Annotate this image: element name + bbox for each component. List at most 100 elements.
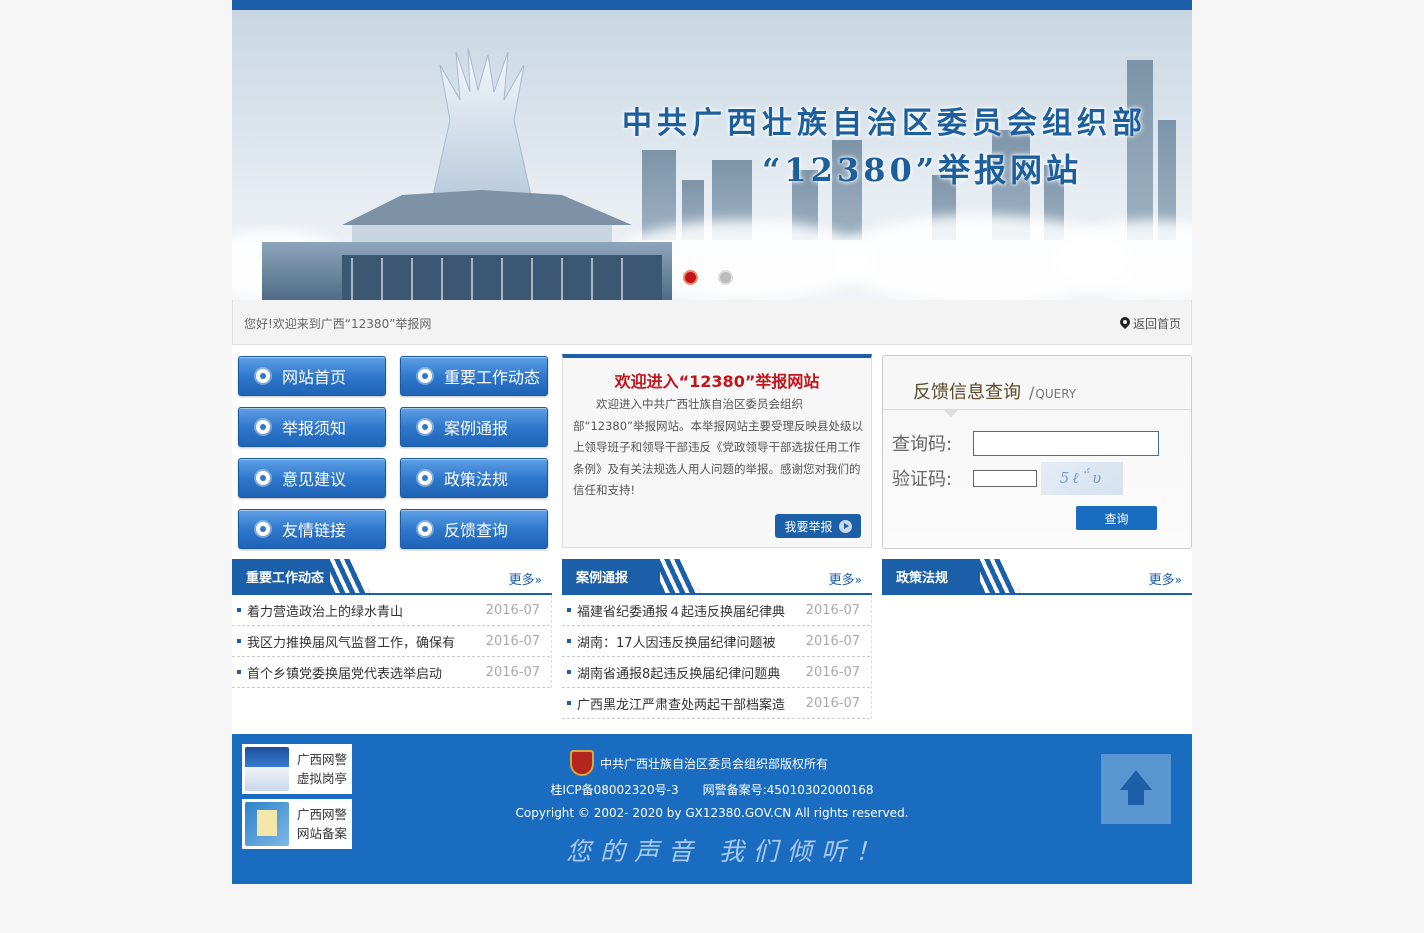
query-header: 反馈信息查询 QUERY — [913, 378, 1076, 404]
bullet — [567, 608, 571, 612]
query-code-input[interactable] — [973, 431, 1159, 456]
report-button[interactable]: 我要举报 — [775, 514, 861, 538]
header-stripes — [330, 559, 370, 593]
column-header: 案例通报 更多 — [562, 559, 872, 595]
location-pin-icon — [1120, 317, 1130, 330]
more-link[interactable]: 更多 — [509, 569, 542, 588]
welcome-text: 您好!欢迎来到广西“12380”举报网 — [244, 317, 432, 331]
news-title: 湖南省通报8起违反换届纪律问题典 — [577, 666, 781, 682]
nav-button-label: 案例通报 — [444, 419, 509, 438]
nav-button-label: 重要工作动态 — [444, 368, 541, 387]
report-button-label: 我要举报 — [784, 519, 833, 534]
more-link[interactable]: 更多 — [1149, 569, 1182, 588]
bullet — [567, 639, 571, 643]
intro-panel: 欢迎进入“12380”举报网站 欢迎进入中共广西壮族自治区委员会组织部“1238… — [562, 354, 872, 548]
news-title: 广西黑龙江严肃查处两起干部档案造 — [577, 697, 786, 713]
radio-bullet-icon — [256, 522, 270, 536]
nav-button-report-notice[interactable]: 举报须知 — [238, 407, 386, 447]
list-item[interactable]: 福建省纪委通报４起违反换届纪律典 2016-07 — [562, 595, 870, 626]
news-date: 2016-07 — [485, 602, 540, 618]
list-item[interactable]: 我区力推换届风气监督工作，确保有 2016-07 — [232, 626, 550, 657]
list-item[interactable]: 广西黑龙江严肃查处两起干部档案造 2016-07 — [562, 688, 870, 719]
bullet — [237, 639, 241, 643]
column-title: 政策法规 — [882, 559, 980, 593]
query-subtitle: QUERY — [1029, 383, 1076, 402]
footer-slogan: 您的声音 我们倾听！ — [566, 837, 889, 866]
top-bar — [232, 0, 1192, 10]
news-title: 着力营造政治上的绿水青山 — [247, 604, 404, 620]
page-wrapper: 中共广西壮族自治区委员会组织部 “12380”举报网站 您好!欢迎来到广西“12… — [232, 0, 1192, 884]
radio-bullet-icon — [256, 471, 270, 485]
nav-button-label: 政策法规 — [444, 470, 509, 489]
news-date: 2016-07 — [805, 695, 860, 711]
banner: 中共广西壮族自治区委员会组织部 “12380”举报网站 — [232, 10, 1192, 300]
news-date: 2016-07 — [805, 602, 860, 618]
list-item[interactable]: 湖南省通报8起违反换届纪律问题典 2016-07 — [562, 657, 870, 688]
bullet — [567, 670, 571, 674]
icp-record: 桂ICP备08002320号-3 网警备案号:45010302000168 — [550, 783, 874, 797]
list-item[interactable]: 湖南：17人因违反换届纪律问题被 2016-07 — [562, 626, 870, 657]
nav-button-feedback-query[interactable]: 反馈查询 — [400, 509, 548, 549]
carousel-dot-active[interactable] — [683, 270, 698, 285]
arrow-circle-icon — [838, 519, 852, 533]
radio-bullet-icon — [418, 420, 432, 434]
city-tower — [1127, 60, 1153, 240]
up-arrow-icon — [1120, 770, 1152, 805]
bullet — [237, 608, 241, 612]
column-case-reports: 案例通报 更多 福建省纪委通报４起违反换届纪律典 2016-07 湖南：17人因… — [562, 559, 872, 719]
column-header: 政策法规 更多 — [882, 559, 1192, 595]
feedback-query-panel: 反馈信息查询 QUERY 查询码: 验证码: 5ℓ΅υ 查询 — [882, 355, 1192, 549]
radio-bullet-icon — [418, 471, 432, 485]
news-date: 2016-07 — [485, 633, 540, 649]
nav-button-label: 反馈查询 — [444, 521, 509, 540]
news-date: 2016-07 — [485, 664, 540, 680]
bullet — [237, 670, 241, 674]
nav-button-case-reports[interactable]: 案例通报 — [400, 407, 548, 447]
news-list: 福建省纪委通报４起违反换届纪律典 2016-07 湖南：17人因违反换届纪律问题… — [562, 595, 872, 719]
welcome-bar: 您好!欢迎来到广西“12380”举报网 返回首页 — [232, 300, 1192, 345]
party-emblem-icon — [569, 750, 594, 776]
news-date: 2016-07 — [805, 633, 860, 649]
more-link[interactable]: 更多 — [829, 569, 862, 588]
badge-line: 网站备案 — [297, 826, 348, 841]
nav-button-suggestions[interactable]: 意见建议 — [238, 458, 386, 498]
carousel-dot[interactable] — [718, 270, 733, 285]
intro-title: 欢迎进入“12380”举报网站 — [614, 372, 820, 391]
banner-title-line1: 中共广西壮族自治区委员会组织部 — [622, 106, 1147, 141]
radio-bullet-icon — [418, 369, 432, 383]
nav-button-home[interactable]: 网站首页 — [238, 356, 386, 396]
captcha-image[interactable]: 5ℓ΅υ — [1041, 462, 1123, 495]
news-list: 着力营造政治上的绿水青山 2016-07 我区力推换届风气监督工作，确保有 20… — [232, 595, 552, 688]
captcha-input[interactable] — [973, 470, 1037, 487]
column-policies: 政策法规 更多 — [882, 559, 1192, 595]
list-item[interactable]: 首个乡镇党委换届党代表选举启动 2016-07 — [232, 657, 550, 688]
divider-notch — [943, 409, 959, 417]
news-date: 2016-07 — [805, 664, 860, 680]
query-button[interactable]: 查询 — [1076, 506, 1157, 530]
column-title: 重要工作动态 — [232, 559, 330, 593]
header-stripes — [660, 559, 700, 593]
nav-button-label: 意见建议 — [282, 470, 347, 489]
list-item[interactable]: 着力营造政治上的绿水青山 2016-07 — [232, 595, 550, 626]
nav-button-work-news[interactable]: 重要工作动态 — [400, 356, 548, 396]
copyright-text: Copyright © 2002- 2020 by GX12380.GOV.CN… — [515, 806, 909, 820]
home-link[interactable]: 返回首页 — [1120, 315, 1181, 332]
nav-button-policies[interactable]: 政策法规 — [400, 458, 548, 498]
query-code-label: 查询码: — [892, 434, 953, 455]
news-title: 福建省纪委通报４起违反换届纪律典 — [577, 604, 786, 620]
home-link-label: 返回首页 — [1132, 317, 1181, 331]
nav-button-label: 举报须知 — [282, 419, 347, 438]
footer: 广西网警 虚拟岗亭 广西网警 网站备案 中共广西壮族自治区委员会组织部版权所有 … — [232, 734, 1192, 884]
news-title: 湖南：17人因违反换届纪律问题被 — [577, 635, 776, 651]
radio-bullet-icon — [418, 522, 432, 536]
divider — [883, 409, 1191, 410]
query-title: 反馈信息查询 — [913, 382, 1021, 403]
back-to-top-button[interactable] — [1101, 754, 1171, 824]
nav-button-links[interactable]: 友情链接 — [238, 509, 386, 549]
captcha-label: 验证码: — [892, 469, 953, 490]
header-stripes — [980, 559, 1020, 593]
intro-body: 欢迎进入中共广西壮族自治区委员会组织部“12380”举报网站。本举报网站主要受理… — [573, 397, 863, 497]
radio-bullet-icon — [256, 369, 270, 383]
nav-button-label: 网站首页 — [282, 368, 347, 387]
news-title: 我区力推换届风气监督工作，确保有 — [247, 635, 456, 651]
